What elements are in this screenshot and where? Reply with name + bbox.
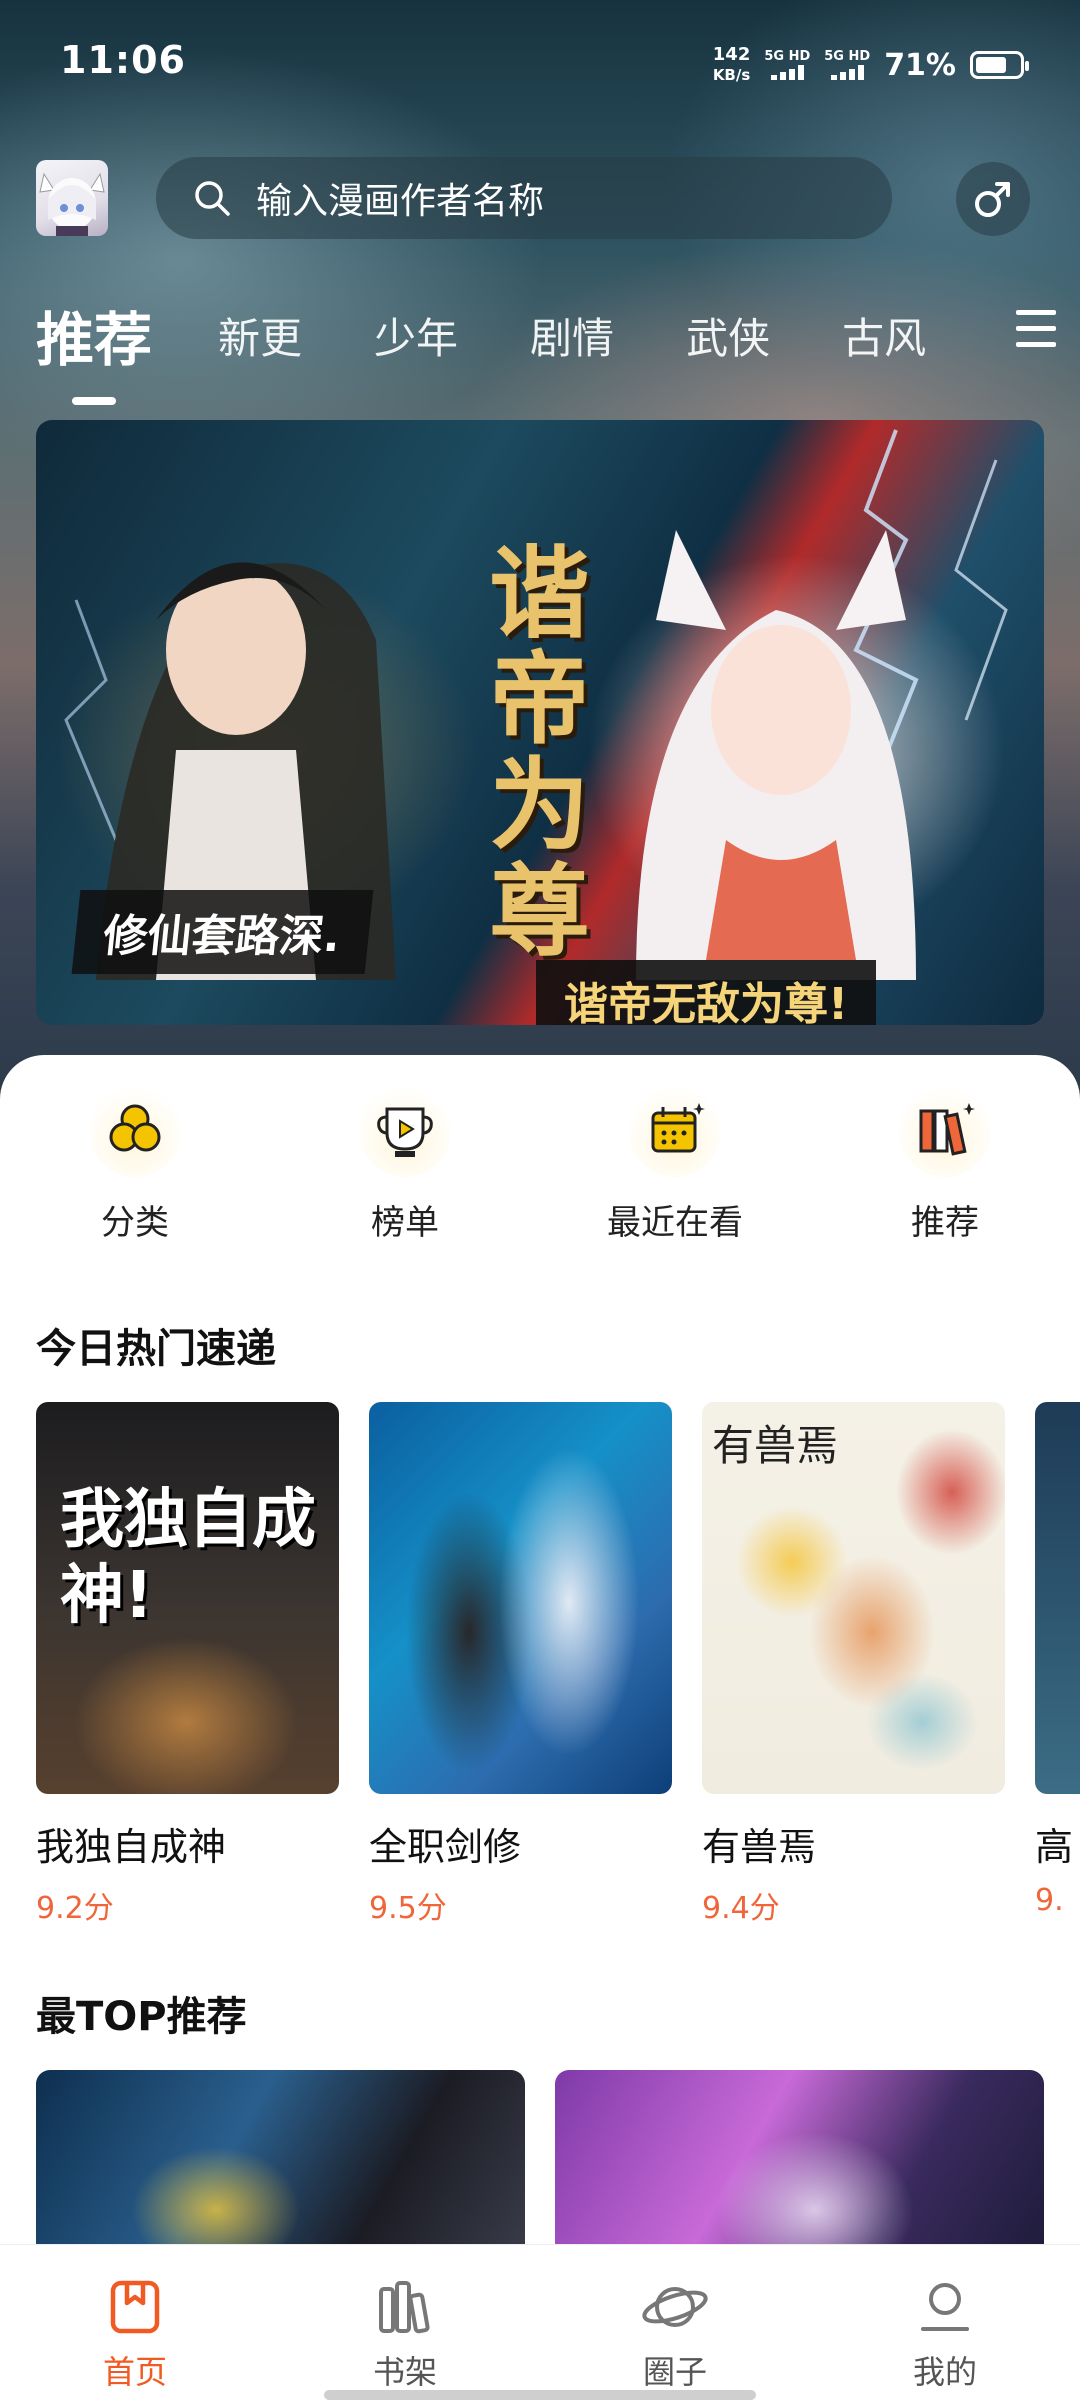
bookshelf-icon	[379, 2281, 430, 2334]
hot-list: 我独自成神! 我独自成神 9.2分 全职剑修 9.5分 有兽焉 有兽焉 9.4分…	[36, 1402, 1080, 1922]
tab-drama[interactable]: 剧情	[530, 305, 614, 366]
battery-percent: 71%	[884, 47, 956, 83]
calendar-icon	[651, 1103, 705, 1153]
male-icon	[975, 182, 1010, 217]
hot-item-cover	[369, 1402, 672, 1794]
network-speed: 142 KB/s	[712, 44, 751, 85]
hot-item-name: 全职剑修	[369, 1825, 522, 1869]
user-avatar[interactable]	[36, 160, 108, 236]
home-icon	[110, 2280, 160, 2334]
status-bar: 11:06 142 KB/s 5G HD 5G HD 71%	[0, 0, 1080, 130]
hot-item-score: 9.2分	[36, 1891, 114, 1922]
quick-entries: 分类 榜单 最近在看 推荐	[0, 1085, 1080, 1265]
search-icon	[195, 181, 230, 216]
top-card[interactable]	[555, 2070, 1044, 2260]
hot-item-score: 9.	[1035, 1883, 1064, 1918]
nav-circle[interactable]: 圈子	[540, 2245, 810, 2408]
top-section-title: 最TOP推荐	[36, 1994, 247, 2040]
battery-icon	[970, 51, 1029, 79]
bottom-navigation: 首页 书架 圈子 我的	[0, 2244, 1080, 2408]
hot-item-score: 9.5分	[369, 1891, 447, 1922]
hot-item-cover-title: 有兽焉	[712, 1421, 839, 1470]
tab-ancient[interactable]: 古风	[842, 305, 926, 366]
entry-recommend[interactable]: 推荐	[810, 1085, 1080, 1265]
signal-sim1-icon: 5G HD	[764, 50, 810, 80]
hot-section-title: 今日热门速递	[36, 1326, 276, 1372]
entry-recent[interactable]: 最近在看	[540, 1085, 810, 1265]
banner-tagline-right: 谐帝无敌为尊!	[536, 960, 877, 1025]
hot-item[interactable]: 高 9.	[1035, 1402, 1080, 1918]
hot-item-name: 有兽焉	[702, 1825, 817, 1869]
top-list	[36, 2070, 1044, 2260]
tab-new-updates[interactable]: 新更	[218, 305, 302, 366]
entry-ranking[interactable]: 榜单	[270, 1085, 540, 1265]
featured-banner[interactable]: 谐帝为尊 修仙套路深. 谐帝无敌为尊!	[36, 420, 1044, 1025]
hot-item-name: 我独自成神	[36, 1825, 227, 1869]
category-tabs: 推荐 新更 少年 剧情 武侠 古风	[36, 280, 1056, 390]
hot-item-cover-title: 我独自成神!	[60, 1483, 316, 1633]
status-time: 11:06	[60, 38, 186, 82]
hot-item-score: 9.4分	[702, 1891, 780, 1922]
status-indicators: 142 KB/s 5G HD 5G HD 71%	[712, 40, 1029, 90]
entry-category[interactable]: 分类	[0, 1085, 270, 1265]
hot-item[interactable]: 全职剑修 9.5分	[369, 1402, 672, 1922]
tab-shonen[interactable]: 少年	[374, 305, 458, 366]
books-icon	[919, 1103, 975, 1156]
signal-sim2-icon: 5G HD	[824, 50, 870, 80]
menu-icon[interactable]	[1016, 310, 1056, 350]
gender-toggle-button[interactable]	[956, 162, 1030, 236]
tab-wuxia[interactable]: 武侠	[686, 305, 770, 366]
nav-home[interactable]: 首页	[0, 2245, 270, 2408]
planet-icon	[642, 2287, 708, 2327]
hot-item-cover: 有兽焉	[702, 1402, 1005, 1794]
home-indicator[interactable]	[324, 2390, 756, 2400]
hot-item-name: 高	[1035, 1825, 1074, 1869]
ranking-icon	[377, 1107, 433, 1157]
nav-profile[interactable]: 我的	[810, 2245, 1080, 2408]
search-placeholder: 输入漫画作者名称	[256, 181, 545, 222]
banner-tagline-left: 修仙套路深.	[71, 890, 374, 974]
category-icon	[109, 1104, 161, 1152]
hot-item[interactable]: 有兽焉 有兽焉 9.4分	[702, 1402, 1005, 1922]
hot-item-cover: 我独自成神!	[36, 1402, 339, 1794]
search-input[interactable]: 输入漫画作者名称	[156, 157, 892, 239]
profile-icon	[921, 2283, 969, 2331]
tab-recommend[interactable]: 推荐	[36, 293, 152, 377]
top-card[interactable]	[36, 2070, 525, 2260]
banner-title: 谐帝为尊	[472, 540, 590, 964]
hot-item-cover	[1035, 1402, 1080, 1794]
hot-item[interactable]: 我独自成神! 我独自成神 9.2分	[36, 1402, 339, 1922]
nav-bookshelf[interactable]: 书架	[270, 2245, 540, 2408]
